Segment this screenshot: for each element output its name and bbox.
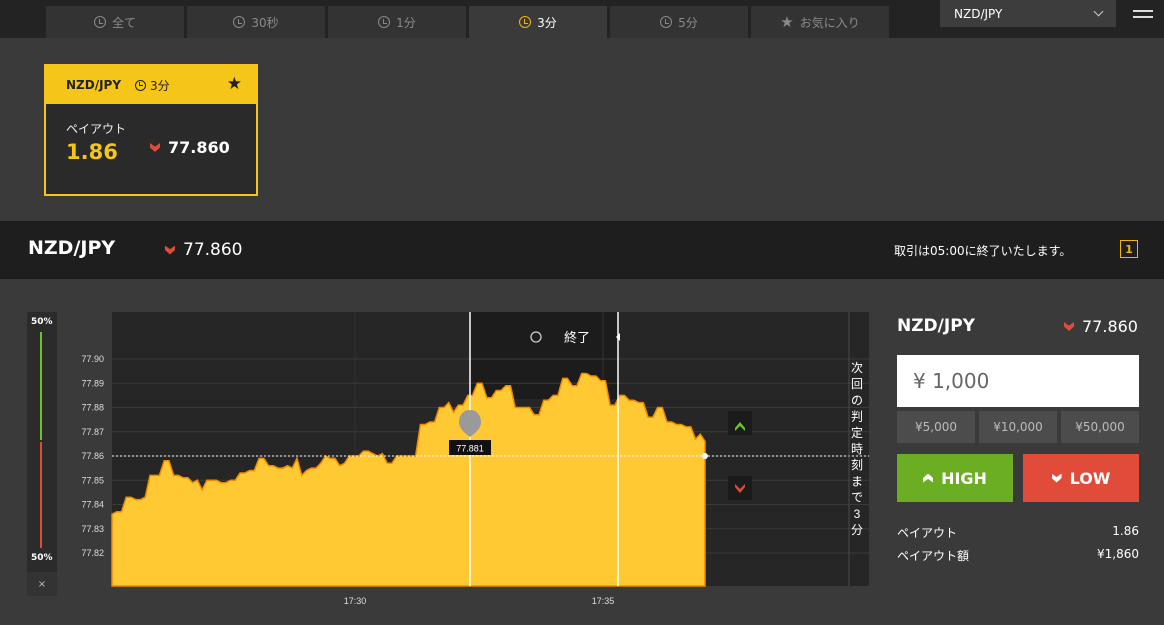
sentiment-high-bar [40,332,42,440]
tab-label: 全て [111,15,136,30]
tab-label: 5分 [678,15,698,30]
tab-label: 30秒 [251,15,279,30]
x-tick-label: 17:35 [592,596,615,606]
x-tick-label: 17:30 [344,596,367,606]
down-arrow-icon [165,245,175,255]
tab-favorites[interactable]: ★ お気に入り [751,6,889,38]
high-button[interactable]: HIGH [897,454,1013,502]
y-tick-label: 77.88 [81,403,104,413]
hamburger-menu-icon[interactable] [1133,10,1153,24]
header-pair: NZD/JPY [28,237,116,259]
pair-header: NZD/JPY 77.860 取引は05:00に終了いたします。 1 [0,221,1164,279]
tab-label: お気に入り [799,15,860,30]
panel-pair: NZD/JPY [897,316,975,336]
price-chart[interactable]: 77.90 77.89 77.88 77.87 77.86 77.85 77.84 77.83… [60,300,872,610]
side-text-char: 刻 [851,458,863,472]
side-text-char: 定 [851,425,863,440]
clock-icon [93,16,106,28]
side-text-char: 3 [854,507,861,521]
sentiment-bar: 50% 50% × [27,312,57,596]
sentiment-close-button[interactable]: × [27,572,57,596]
tab-label: 3分 [537,15,557,30]
low-zone-marker [728,476,752,500]
side-text-char: 次 [851,361,863,375]
down-arrow-icon [1064,322,1074,331]
y-tick-label: 77.82 [81,548,104,558]
panel-rate: 77.860 [1064,317,1138,336]
down-arrow-icon [1051,473,1062,483]
pair-select-value: NZD/JPY [954,6,1003,21]
tab-1min[interactable]: 1分 [328,6,466,38]
tab-3min[interactable]: 3分 [469,6,607,38]
panel-rate-value: 77.860 [1082,317,1138,336]
duration-tabs: 全て 30秒 1分 3分 5分 ★ お気に入り [46,6,892,38]
chevron-down-icon [1093,6,1104,17]
y-tick-label: 77.89 [81,378,104,388]
favorite-star-icon[interactable]: ★ [227,74,242,94]
card-payout-label: ペイアウト [66,122,127,136]
y-axis-labels: 77.90 77.89 77.88 77.87 77.86 77.85 77.84 77.83… [81,354,104,558]
header-rate-value: 77.860 [183,240,243,260]
option-card[interactable]: NZD/JPY 3分 ★ ペイアウト 1.86 77.860 [44,64,258,196]
y-tick-label: 77.90 [81,354,104,364]
sentiment-top-label: 50% [31,317,53,327]
close-notice: 取引は05:00に終了いたします。 [894,244,1072,258]
side-text-char: ま [851,474,863,488]
low-label: LOW [1069,468,1111,488]
side-text-char: で [851,491,863,505]
header-rate: 77.860 [165,240,242,260]
side-text-char: 回 [851,377,863,391]
down-arrow-icon [150,143,160,152]
card-body: ペイアウト 1.86 77.860 [46,104,256,194]
top-bar: 全て 30秒 1分 3分 5分 ★ お気に入り NZD/JPY [0,0,1164,38]
current-price-dot [702,453,708,459]
pair-select[interactable]: NZD/JPY [940,0,1116,27]
quick-amount-5000-button[interactable]: ¥5,000 [897,411,975,443]
y-tick-label: 77.83 [81,524,104,534]
one-click-icon[interactable]: 1 [1120,240,1138,258]
side-text-char: 判 [851,410,863,424]
tab-5min[interactable]: 5分 [610,6,748,38]
quick-amount-50000-button[interactable]: ¥50,000 [1061,411,1139,443]
sentiment-bottom-label: 50% [31,553,53,563]
clock-icon [378,16,391,28]
y-tick-label: 77.85 [81,475,104,485]
card-rate: 77.860 [150,138,230,157]
clock-icon [519,16,532,28]
up-arrow-icon [923,473,934,483]
low-button[interactable]: LOW [1023,454,1139,502]
payout-label: ペイアウト [897,526,958,540]
y-tick-label: 77.84 [81,500,104,510]
entry-rate-label: 77.881 [456,444,484,454]
payout-amount-label: ペイアウト額 [897,549,970,563]
tab-30sec[interactable]: 30秒 [187,6,325,38]
x-axis-labels: 17:30 17:35 [344,596,615,606]
card-pair: NZD/JPY [66,78,122,92]
card-time-label: 3分 [150,78,170,93]
card-header: NZD/JPY 3分 ★ [46,66,256,104]
card-payout-value: 1.86 [66,140,118,164]
payout-value: 1.86 [1112,524,1139,538]
y-tick-label: 77.87 [81,427,104,437]
card-rate-value: 77.860 [168,138,230,157]
end-label-text: 終了 [564,330,590,345]
payout-amount-value: ¥1,860 [1097,547,1139,561]
quick-amount-10000-button[interactable]: ¥10,000 [979,411,1057,443]
high-label: HIGH [941,468,987,488]
side-text-char: 分 [851,523,863,537]
clock-icon [233,16,246,28]
amount-input[interactable] [897,355,1139,407]
sentiment-low-bar [40,442,42,548]
tab-all[interactable]: 全て [46,6,184,38]
star-icon: ★ [780,12,794,31]
tab-label: 1分 [396,15,416,30]
clock-icon [135,79,147,91]
y-tick-label: 77.86 [81,451,104,461]
clock-icon [660,16,673,28]
card-time: 3分 [135,77,170,94]
side-text-char: 時 [851,442,863,456]
side-text-char: の [851,393,863,407]
